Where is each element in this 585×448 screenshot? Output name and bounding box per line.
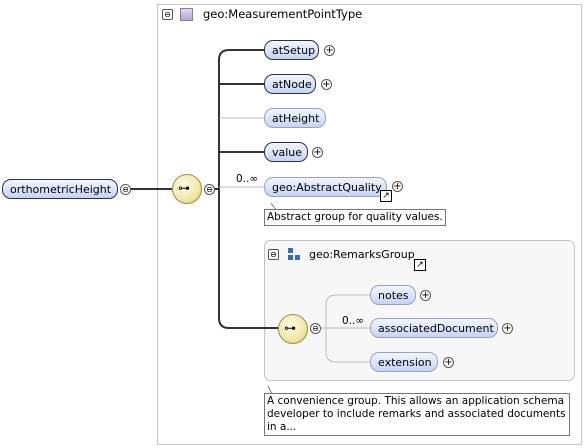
- root-collapse-button[interactable]: ⊖: [120, 184, 131, 195]
- element-atHeight[interactable]: atHeight: [264, 108, 326, 128]
- expand-associatedDocument-button[interactable]: +: [502, 323, 513, 334]
- sequence-collapse-button[interactable]: ⊖: [204, 184, 215, 195]
- element-associatedDocument[interactable]: associatedDocument: [370, 318, 498, 338]
- expand-atNode-button[interactable]: +: [321, 79, 332, 90]
- remarks-group-title: geo:RemarksGroup: [309, 248, 415, 261]
- element-geo-AbstractQuality[interactable]: geo:AbstractQuality: [264, 177, 387, 197]
- element-notes[interactable]: notes: [370, 285, 416, 305]
- reference-arrow-icon[interactable]: ↗: [380, 190, 392, 202]
- element-atSetup[interactable]: atSetup: [264, 40, 319, 60]
- expand-abstract-quality-button[interactable]: +: [392, 181, 403, 192]
- complex-type-icon: [180, 8, 193, 21]
- element-atNode[interactable]: atNode: [264, 74, 316, 94]
- expand-notes-button[interactable]: +: [420, 290, 431, 301]
- remarks-group-reference-icon[interactable]: ↗: [414, 259, 426, 271]
- root-element-orthometricHeight[interactable]: orthometricHeight: [2, 179, 118, 199]
- remarks-sequence-icon: ⊶: [284, 321, 296, 335]
- remarks-group-annotation: A convenience group. This allows an appl…: [264, 393, 570, 436]
- sequence-compositor[interactable]: ⊶: [172, 174, 202, 204]
- element-value[interactable]: value: [264, 142, 308, 162]
- type-title: geo:MeasurementPointType: [203, 7, 363, 21]
- expand-value-button[interactable]: +: [312, 147, 323, 158]
- element-extension[interactable]: extension: [370, 352, 438, 372]
- abstract-quality-annotation: Abstract group for quality values.: [264, 209, 446, 226]
- remarks-sequence-collapse-button[interactable]: ⊖: [310, 323, 321, 334]
- type-collapse-button[interactable]: ⊖: [162, 9, 173, 20]
- abstract-quality-cardinality: 0..∞: [236, 173, 259, 185]
- sequence-icon: ⊶: [178, 181, 190, 195]
- group-icon: [288, 248, 300, 260]
- remarks-group-collapse-button[interactable]: ⊖: [268, 249, 279, 260]
- expand-atSetup-button[interactable]: +: [324, 45, 335, 56]
- remarks-sequence-compositor[interactable]: ⊶: [278, 314, 308, 344]
- expand-extension-button[interactable]: +: [443, 357, 454, 368]
- remarks-cardinality: 0..∞: [342, 315, 365, 327]
